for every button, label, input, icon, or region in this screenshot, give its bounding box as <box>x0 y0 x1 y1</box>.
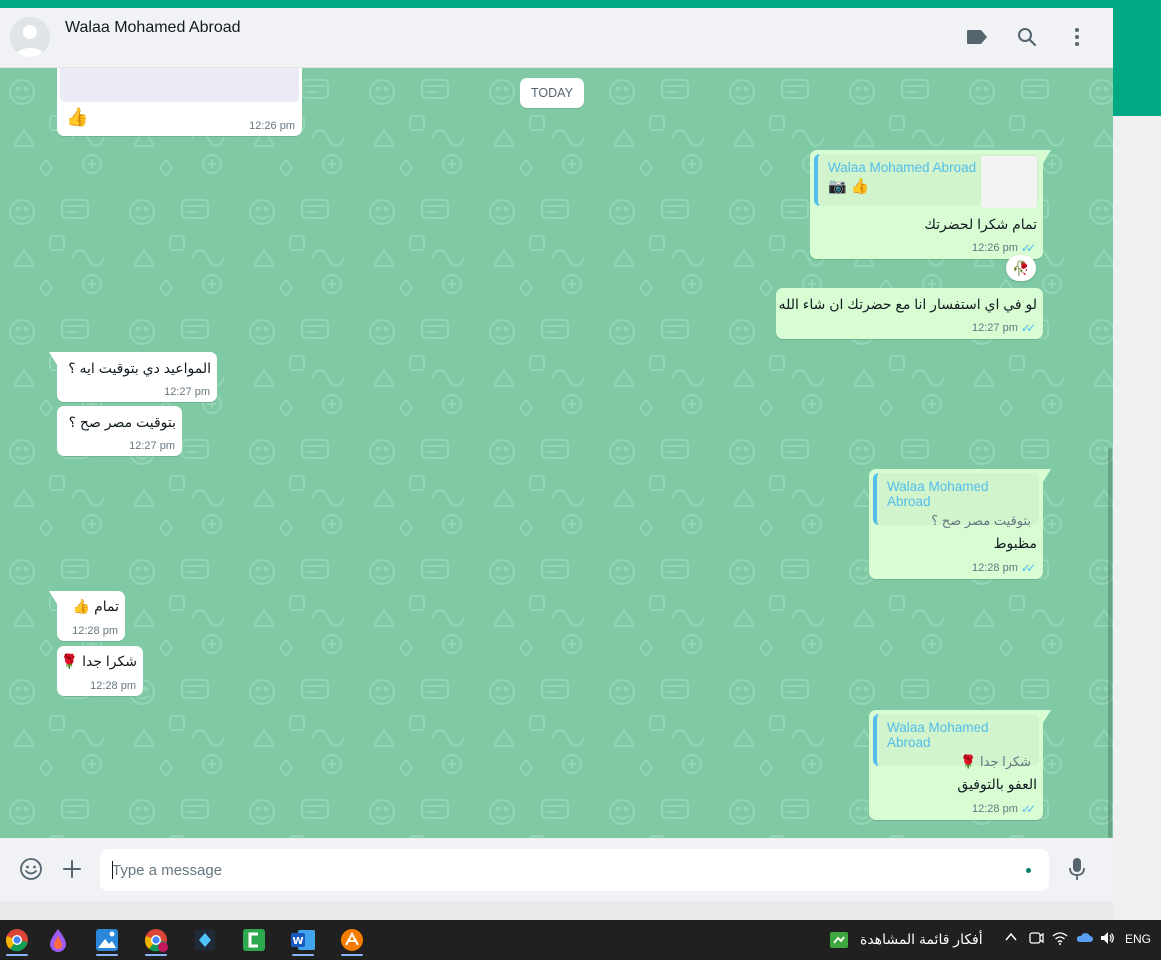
chat-scrollbar[interactable] <box>1108 448 1112 838</box>
message-bubble-incoming[interactable]: المواعيد دي بتوقيت ايه ؟ 12:27 pm <box>49 352 217 402</box>
active-app-indicator <box>6 954 28 956</box>
widget-icon[interactable] <box>822 924 856 956</box>
avatar[interactable] <box>10 17 50 57</box>
contact-name[interactable]: Walaa Mohamed Abroad <box>65 19 241 37</box>
message-meta: 12:27 pm <box>129 440 175 452</box>
active-app-indicator <box>96 954 118 956</box>
message-time: 12:27 pm <box>972 322 1018 334</box>
message-text: لو في اي استفسار انا مع حضرتك ان شاء الل… <box>778 296 1037 312</box>
svg-text:W: W <box>292 936 303 947</box>
message-meta: 12:28 pm ✓✓ <box>972 561 1036 575</box>
menu-icon[interactable] <box>1064 24 1090 50</box>
attach-plus-icon[interactable] <box>59 856 85 882</box>
read-receipt-icon: ✓✓ <box>1020 241 1036 255</box>
message-meta: 12:26 pm ✓✓ <box>972 241 1036 255</box>
message-bubble-outgoing[interactable]: لو في اي استفسار انا مع حضرتك ان شاء الل… <box>776 288 1043 339</box>
message-meta: 12:28 pm <box>90 680 136 692</box>
wifi-icon[interactable] <box>1052 930 1068 949</box>
active-app-indicator <box>145 954 167 956</box>
text-caret <box>112 861 113 879</box>
chat-header[interactable]: Walaa Mohamed Abroad <box>0 8 1113 68</box>
message-text: تمام 👍 <box>72 598 119 614</box>
message-time: 12:28 pm <box>72 625 118 637</box>
read-receipt-icon: ✓✓ <box>1020 802 1036 816</box>
message-time: 12:28 pm <box>972 803 1018 815</box>
message-input-box[interactable] <box>100 849 1049 891</box>
message-bubble-incoming[interactable]: 👍 12:26 pm <box>57 68 302 136</box>
quoted-message[interactable]: Walaa Mohamed Abroad 📷 👍 <box>814 154 1039 208</box>
message-input[interactable] <box>112 849 1012 891</box>
window-right-area <box>1113 116 1161 920</box>
chat-window: Walaa Mohamed Abroad TODAY 👍 12:26 pm Wa… <box>0 8 1113 901</box>
message-composer <box>0 838 1113 901</box>
message-text: تمام شكرا لحضرتك <box>924 216 1037 232</box>
message-meta: 12:27 pm ✓✓ <box>972 321 1036 335</box>
photos-app-icon[interactable] <box>90 924 124 956</box>
orange-app-icon[interactable] <box>335 924 369 956</box>
quoted-sender: Walaa Mohamed Abroad <box>887 479 989 509</box>
message-time: 12:27 pm <box>164 386 210 398</box>
onedrive-icon[interactable] <box>1076 930 1094 949</box>
window-right-accent <box>1113 0 1161 116</box>
message-text: بتوقيت مصر صح ؟ <box>68 414 176 430</box>
camtasia-icon[interactable] <box>237 924 271 956</box>
message-bubble-incoming[interactable]: تمام 👍 12:28 pm <box>49 591 125 641</box>
message-time: 12:28 pm <box>972 562 1018 574</box>
chrome-icon[interactable] <box>0 924 34 956</box>
message-time: 12:26 pm <box>972 242 1018 254</box>
message-meta: 12:28 pm ✓✓ <box>972 802 1036 816</box>
status-dot-icon <box>1026 868 1031 873</box>
default-avatar-icon <box>10 17 50 57</box>
active-app-indicator <box>341 954 363 956</box>
windows-taskbar: W أفكار قائمة المشاهدة ENG <box>0 920 1161 960</box>
read-receipt-icon: ✓✓ <box>1020 321 1036 335</box>
message-meta: 12:27 pm <box>164 386 210 398</box>
message-text: 👍 <box>66 107 89 127</box>
message-text: العفو بالتوفيق <box>957 776 1037 792</box>
message-time: 12:26 pm <box>249 120 295 132</box>
message-reaction[interactable]: 🥀 <box>1006 255 1036 281</box>
message-list[interactable]: TODAY 👍 12:26 pm Walaa Mohamed Abroad 📷 … <box>0 68 1113 838</box>
volume-icon[interactable] <box>1099 930 1115 949</box>
message-meta: 12:26 pm <box>249 120 295 132</box>
date-separator: TODAY <box>520 78 584 108</box>
read-receipt-icon: ✓✓ <box>1020 561 1036 575</box>
label-icon[interactable] <box>964 24 990 50</box>
quoted-message[interactable]: Walaa Mohamed Abroad شكرا جدا 🌹 <box>873 714 1039 769</box>
message-text: شكرا جدا 🌹 <box>60 653 137 669</box>
quoted-image-thumbnail <box>981 156 1037 208</box>
editor-app-icon[interactable] <box>188 924 222 956</box>
message-meta: 12:28 pm <box>72 625 118 637</box>
widget-text[interactable]: أفكار قائمة المشاهدة <box>860 931 983 948</box>
quoted-text: بتوقيت مصر صح ؟ <box>931 513 1031 528</box>
paint-drop-icon[interactable] <box>41 924 75 956</box>
message-text: مظبوط <box>993 535 1037 551</box>
search-icon[interactable] <box>1014 24 1040 50</box>
message-time: 12:28 pm <box>90 680 136 692</box>
message-bubble-outgoing[interactable]: Walaa Mohamed Abroad شكرا جدا 🌹 العفو با… <box>869 710 1051 820</box>
chrome-profile-icon[interactable] <box>139 924 173 956</box>
window-top-strip <box>0 0 1161 8</box>
active-app-indicator <box>292 954 314 956</box>
meet-icon[interactable] <box>1028 930 1044 949</box>
quoted-text: شكرا جدا 🌹 <box>960 754 1031 769</box>
image-preview[interactable] <box>60 68 299 102</box>
message-bubble-incoming[interactable]: شكرا جدا 🌹 12:28 pm <box>57 646 143 696</box>
quoted-sender: Walaa Mohamed Abroad <box>887 720 989 750</box>
microphone-icon[interactable] <box>1064 856 1090 882</box>
message-bubble-incoming[interactable]: بتوقيت مصر صح ؟ 12:27 pm <box>57 406 182 456</box>
message-text: المواعيد دي بتوقيت ايه ؟ <box>68 360 211 376</box>
message-bubble-outgoing[interactable]: Walaa Mohamed Abroad بتوقيت مصر صح ؟ مظب… <box>869 469 1051 579</box>
message-bubble-outgoing[interactable]: Walaa Mohamed Abroad 📷 👍 تمام شكرا لحضرت… <box>810 150 1051 259</box>
quoted-message[interactable]: Walaa Mohamed Abroad بتوقيت مصر صح ؟ <box>873 473 1039 528</box>
emoji-icon[interactable] <box>18 856 44 882</box>
language-indicator[interactable]: ENG <box>1125 932 1151 946</box>
tray-chevron-icon[interactable] <box>1004 930 1018 947</box>
message-time: 12:27 pm <box>129 440 175 452</box>
word-icon[interactable]: W <box>286 924 320 956</box>
